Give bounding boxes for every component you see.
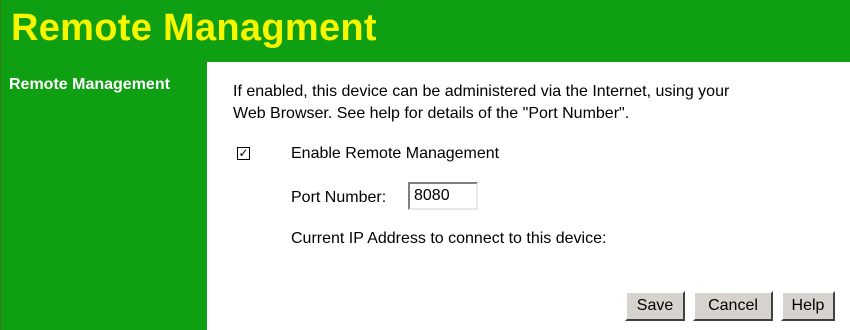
remote-management-page: Remote Managment Remote Management If en… bbox=[0, 0, 850, 330]
description-line-2: Web Browser. See help for details of the… bbox=[233, 105, 630, 122]
checkmark-icon: ✓ bbox=[238, 146, 249, 160]
cancel-button[interactable]: Cancel bbox=[693, 291, 773, 321]
enable-remote-management-label: Enable Remote Management bbox=[291, 145, 500, 162]
description-line-1: If enabled, this device can be administe… bbox=[233, 83, 730, 100]
help-button[interactable]: Help bbox=[781, 291, 835, 321]
description-text: If enabled, this device can be administe… bbox=[233, 81, 833, 125]
sidebar: Remote Management bbox=[1, 62, 207, 330]
main-panel: If enabled, this device can be administe… bbox=[207, 62, 850, 330]
current-ip-address-label: Current IP Address to connect to this de… bbox=[291, 230, 607, 247]
header-banner: Remote Managment bbox=[1, 0, 850, 62]
save-button[interactable]: Save bbox=[625, 291, 685, 321]
enable-remote-management-checkbox[interactable]: ✓ bbox=[237, 146, 250, 160]
port-number-input[interactable] bbox=[408, 182, 478, 210]
page-title: Remote Managment bbox=[11, 7, 377, 49]
port-number-label: Port Number: bbox=[291, 189, 387, 206]
sidebar-section-label: Remote Management bbox=[9, 76, 170, 93]
